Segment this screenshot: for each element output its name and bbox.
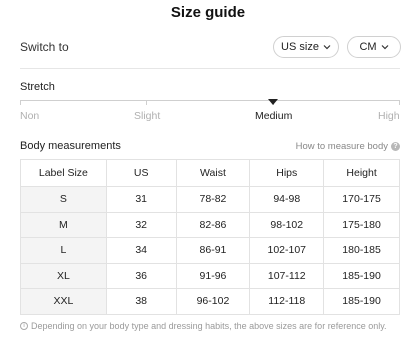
size-system-dropdown[interactable]: US size	[273, 36, 339, 58]
table-cell: 34	[105, 237, 177, 264]
table-cell: 31	[105, 186, 177, 213]
table-cell: 185-190	[323, 288, 400, 315]
header-height: Height	[323, 159, 400, 187]
switch-label: Switch to	[20, 40, 69, 54]
stretch-level-non: Non	[20, 110, 40, 122]
table-cell: 96-102	[175, 288, 251, 315]
divider	[20, 68, 400, 69]
stretch-level-slight: Slight	[134, 110, 161, 122]
page-title: Size guide	[170, 4, 246, 21]
table-cell: 175-180	[323, 211, 400, 238]
header-hips: Hips	[249, 159, 325, 187]
footnote: i Depending on your body type and dressi…	[20, 321, 406, 331]
question-icon: ?	[391, 142, 400, 151]
table-cell: L	[20, 237, 107, 264]
chevron-down-icon	[323, 45, 331, 50]
size-system-value: US size	[281, 41, 319, 53]
header-us: US	[105, 159, 177, 187]
how-to-measure-label: How to measure body	[295, 141, 388, 152]
stretch-tick	[146, 100, 147, 105]
header-label-size: Label Size	[20, 159, 107, 187]
stretch-level-medium: Medium	[255, 110, 293, 122]
header-waist: Waist	[175, 159, 251, 187]
table-row: M 32 82-86 98-102 175-180	[20, 211, 400, 238]
body-measurements-title: Body measurements	[20, 140, 121, 152]
size-table: Label Size US Waist Hips Height S 31 78-…	[20, 159, 400, 315]
table-row: S 31 78-82 94-98 170-175	[20, 186, 400, 213]
table-cell: 185-190	[323, 262, 400, 289]
table-cell: 98-102	[249, 211, 325, 238]
unit-value: CM	[359, 41, 377, 53]
table-cell: 112-118	[249, 288, 325, 315]
table-cell: XXL	[20, 288, 107, 315]
table-cell: S	[20, 186, 107, 213]
unit-dropdown[interactable]: CM	[347, 36, 401, 58]
table-cell: 38	[105, 288, 177, 315]
table-cell: 102-107	[249, 237, 325, 264]
chevron-down-icon	[381, 45, 388, 50]
table-cell: 170-175	[323, 186, 400, 213]
stretch-tick	[20, 100, 21, 105]
table-cell: 36	[105, 262, 177, 289]
table-cell: 86-91	[175, 237, 251, 264]
table-cell: 91-96	[175, 262, 251, 289]
stretch-tick	[399, 100, 400, 105]
how-to-measure-link[interactable]: How to measure body ?	[296, 141, 400, 152]
unit-switch-row: Switch to US size CM	[20, 36, 401, 58]
stretch-title: Stretch	[20, 81, 55, 93]
table-cell: 107-112	[249, 262, 325, 289]
table-row: XXL 38 96-102 112-118 185-190	[20, 288, 400, 315]
table-row: XL 36 91-96 107-112 185-190	[20, 262, 400, 289]
table-row: L 34 86-91 102-107 180-185	[20, 237, 400, 264]
table-cell: 82-86	[175, 211, 251, 238]
table-cell: XL	[20, 262, 107, 289]
table-cell: M	[20, 211, 107, 238]
stretch-marker-icon	[268, 99, 278, 105]
table-cell: 94-98	[249, 186, 325, 213]
table-header-row: Label Size US Waist Hips Height	[20, 159, 400, 187]
stretch-level-high: High	[378, 110, 400, 122]
table-cell: 180-185	[323, 237, 400, 264]
table-cell: 78-82	[175, 186, 251, 213]
table-cell: 32	[105, 211, 177, 238]
stretch-scale-line	[20, 100, 400, 101]
info-icon: i	[20, 322, 28, 330]
footnote-text: Depending on your body type and dressing…	[31, 321, 387, 331]
